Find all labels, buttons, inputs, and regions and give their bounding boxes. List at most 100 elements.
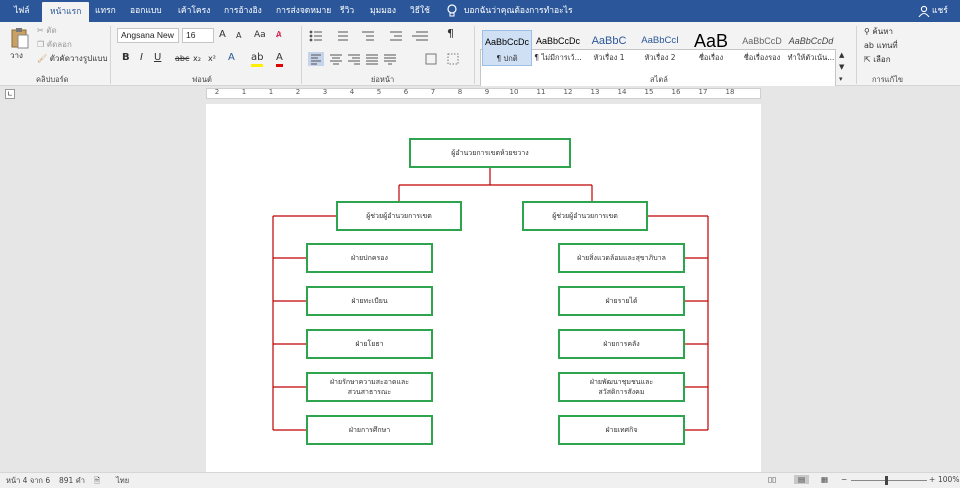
font-color-icon[interactable]: A [276,52,283,67]
paste-button[interactable]: วาง [10,50,23,62]
tab-file[interactable]: ไฟล์ [14,0,30,22]
web-layout-icon[interactable]: ▦ [821,475,828,484]
style-heading-1[interactable]: AaBbC หัวเรื่อง 1 [584,30,634,66]
share-person-icon[interactable] [918,5,930,17]
replace-button[interactable]: ab แทนที่ [864,40,898,52]
language-indicator[interactable]: ไทย [116,475,129,487]
styles-scroll-icon[interactable]: ▲ ▼ ▾ [839,49,844,85]
cursor-icon: ⇱ [864,55,874,64]
page-count[interactable]: หน้า 4 จาก 6 [6,475,50,487]
underline-button[interactable]: U [154,52,161,64]
org-box-dept-right: ฝ่ายรายได้ [558,286,685,316]
replace-icon: ab [864,41,877,50]
ruler-number: 16 [671,88,681,96]
ruler-number: 12 [563,88,573,96]
ruler-number: 17 [698,88,708,96]
org-box-dept-right: ฝ่ายพัฒนาชุมชนและ สวัสดิการสังคม [558,372,685,402]
read-mode-icon[interactable]: ▯▯ [768,475,776,484]
ruler-number: 9 [484,88,490,96]
org-box-dept-left: ฝ่ายปกครอง [306,243,433,273]
tab-layout[interactable]: เค้าโครง [178,0,210,22]
zoom-out-button[interactable]: − [841,475,847,484]
ruler-number: 3 [322,88,328,96]
strikethrough-button[interactable]: abc [175,53,189,65]
status-bar: หน้า 4 จาก 6 891 คำ 🗎 ไทย ▯▯ ▤ ▦ − + 100… [0,472,960,488]
find-button[interactable]: ⚲ ค้นหา [864,26,893,38]
copy-button[interactable]: ❐ คัดลอก [37,39,72,51]
italic-button[interactable]: I [140,52,143,64]
org-box-dept-right: ฝ่ายการคลัง [558,329,685,359]
ruler-number: 2 [295,88,301,96]
divider [474,26,475,84]
style-no-spacing[interactable]: AaBbCcDc ¶ ไม่มีการเว้... [533,30,583,66]
ruler-number: 5 [376,88,382,96]
clipboard-group-label: คลิปบอร์ด [36,75,69,84]
change-case-button[interactable]: Aa [254,29,266,41]
cut-button[interactable]: ✂ ตัด [37,25,57,37]
tab-design[interactable]: ออกแบบ [130,0,162,22]
select-button[interactable]: ⇱ เลือก [864,54,891,66]
style-normal[interactable]: AaBbCcDc ¶ ปกติ [482,30,532,66]
tab-view[interactable]: มุมมอง [370,0,396,22]
org-box-director: ผู้อำนวยการเขตห้วยขวาง [409,138,571,168]
tab-selector-icon[interactable]: ∟ [5,89,15,99]
ruler-number: 8 [457,88,463,96]
show-marks-button[interactable]: ¶ [447,28,454,40]
zoom-in-button[interactable]: + [929,475,935,484]
divider [110,26,111,84]
clear-format-icon[interactable]: A̷ [276,29,281,41]
org-box-dept-left: ฝ่ายการศึกษา [306,415,433,445]
org-box-left-deputy: ผู้ช่วยผู้อำนวยการเขต [336,201,462,231]
style-heading-2[interactable]: AaBbCcI หัวเรื่อง 2 [635,30,685,66]
superscript-button[interactable]: x² [208,53,216,65]
ruler-number: 13 [590,88,600,96]
print-layout-icon[interactable]: ▤ [794,475,810,484]
grow-font-button[interactable]: A [219,29,226,41]
lightbulb-icon [447,4,457,17]
zoom-slider-thumb[interactable] [885,476,888,485]
zoom-slider[interactable] [851,480,927,481]
tab-home[interactable]: หน้าแรก [42,2,90,22]
word-count[interactable]: 891 คำ [59,475,85,487]
shrink-font-button[interactable]: A [236,30,241,42]
org-box-dept-left: ฝ่ายโยธา [306,329,433,359]
subscript-button[interactable]: x₂ [193,53,201,65]
ruler-number: 6 [403,88,409,96]
font-size-select[interactable]: 16 [182,28,214,43]
ruler-number: 1 [268,88,274,96]
styles-group-label: สไตล์ [650,75,668,84]
share-button[interactable]: แชร์ [932,0,948,22]
zoom-level[interactable]: 100% [938,475,959,484]
tab-insert[interactable]: แทรก [95,0,116,22]
tell-me-search[interactable]: บอกฉันว่าคุณต้องการทำอะไร [464,0,573,22]
tab-review[interactable]: รีวิว [340,0,354,22]
tab-help[interactable]: วิธีใช้ [410,0,430,22]
tab-mailings[interactable]: การส่งจดหมาย [276,0,331,22]
text-effects-icon[interactable]: A [228,52,235,64]
highlight-icon[interactable]: ab [251,52,264,67]
style-emphasis[interactable]: AaBbCcDd ทำให้ตัวเน้น... [786,30,836,66]
divider [301,26,302,84]
format-painter-button[interactable]: 🖌 ตัวคัดวางรูปแบบ [37,53,108,65]
org-box-dept-right: ฝ่ายสิ่งแวดล้อมและสุขาภิบาล [558,243,685,273]
copy-icon: ❐ [37,40,47,49]
org-box-dept-left: ฝ่ายทะเบียน [306,286,433,316]
tab-references[interactable]: การอ้างอิง [224,0,262,22]
bold-button[interactable]: B [122,52,130,64]
list-buttons[interactable] [308,29,468,43]
editing-group-label: การแก้ไข [872,75,904,84]
font-group-label: ฟอนต์ [192,75,212,84]
horizontal-ruler[interactable]: 2 1 1 2 3 4 5 6 7 8 9 10 11 12 13 14 15 16 17 18 [206,88,761,99]
ruler-number: 15 [644,88,654,96]
org-box-right-deputy: ผู้ช่วยผู้อำนวยการเขต [522,201,648,231]
style-subtitle[interactable]: AaBbCcD ชื่อเรื่องรอง [737,30,787,66]
document-page[interactable]: ผู้อำนวยการเขตห้วยขวาง ผู้ช่วยผู้อำนวยกา… [206,104,761,472]
paste-icon[interactable] [10,27,30,49]
style-title[interactable]: AaB ชื่อเรื่อง [686,30,736,66]
font-name-select[interactable]: Angsana New [117,28,179,43]
proofing-icon[interactable]: 🗎 [94,475,100,488]
ruler-number: 1 [241,88,247,96]
ruler-number: 11 [536,88,546,96]
alignment-buttons[interactable] [308,52,468,66]
ruler-number: 18 [725,88,735,96]
